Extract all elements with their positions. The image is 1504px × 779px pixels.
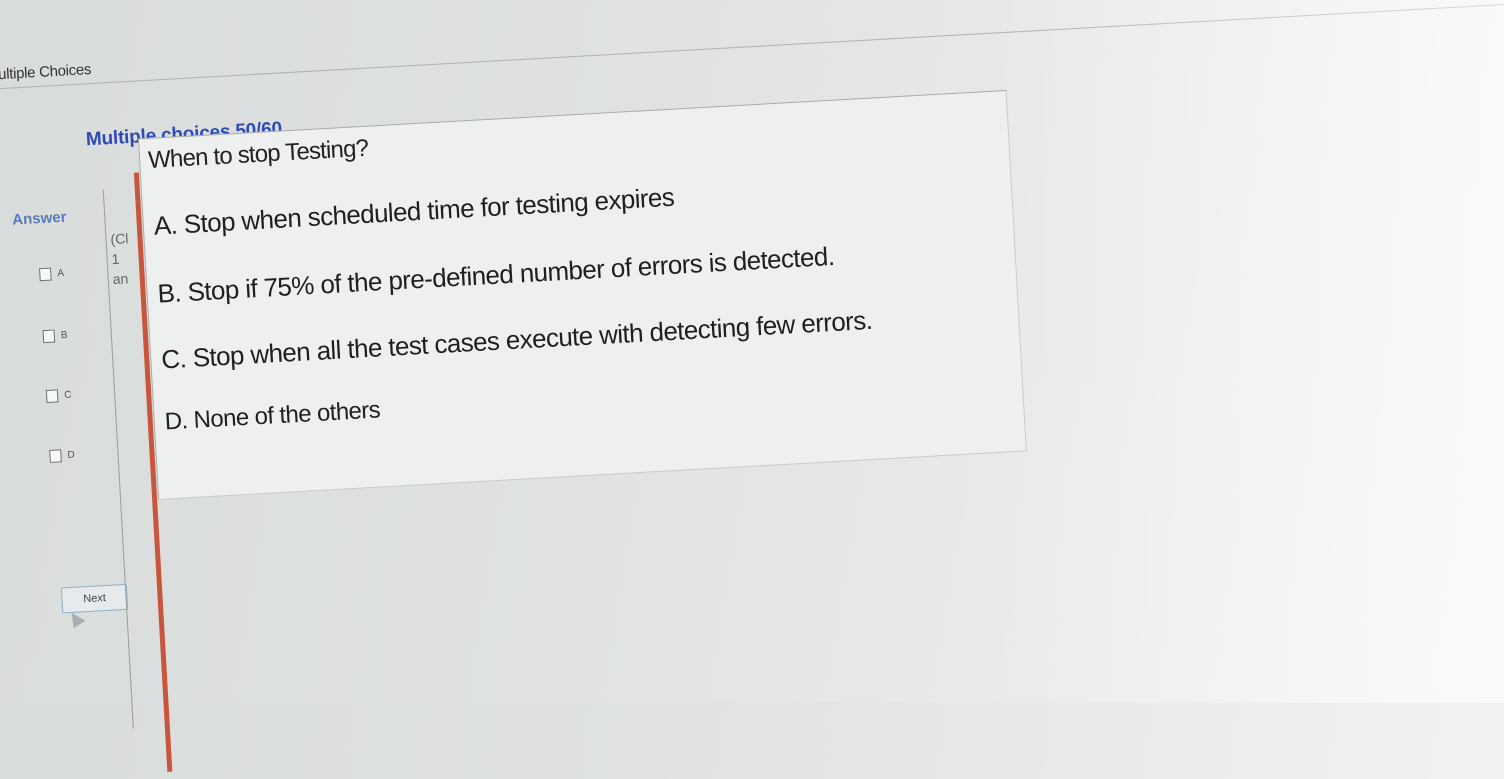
choice-c[interactable]: C	[45, 389, 72, 404]
question-panel: When to stop Testing? A. Stop when sched…	[137, 89, 1027, 500]
side-fragment-1: (Cl	[110, 230, 129, 248]
option-c: C. Stop when all the test cases execute …	[160, 304, 873, 375]
option-d: D. None of the others	[164, 396, 381, 436]
choice-a[interactable]: A	[39, 267, 65, 282]
side-fragment-3: an	[112, 270, 129, 288]
option-b: B. Stop if 75% of the pre-defined number…	[156, 240, 836, 309]
window-title: ultiple Choices	[0, 61, 92, 84]
screen: ultiple Choices Multiple choices 50/60 A…	[0, 0, 1504, 772]
side-fragment-2: 1	[111, 250, 120, 268]
next-button[interactable]: Next	[60, 583, 129, 614]
answer-label: Answer	[11, 208, 67, 229]
question-text: When to stop Testing?	[147, 134, 369, 174]
choice-d[interactable]: D	[49, 449, 75, 463]
checkbox-a[interactable]	[39, 267, 52, 282]
option-a: A. Stop when scheduled time for testing …	[153, 181, 675, 241]
checkbox-b[interactable]	[42, 329, 56, 344]
checkbox-d[interactable]	[49, 449, 62, 463]
checkbox-c[interactable]	[45, 389, 59, 404]
choice-letter-d: D	[67, 449, 76, 461]
choice-letter-b: B	[60, 329, 68, 342]
title-divider	[0, 0, 1504, 90]
choice-b[interactable]: B	[42, 329, 68, 344]
choice-letter-a: A	[57, 267, 65, 280]
choice-letter-c: C	[63, 389, 72, 402]
